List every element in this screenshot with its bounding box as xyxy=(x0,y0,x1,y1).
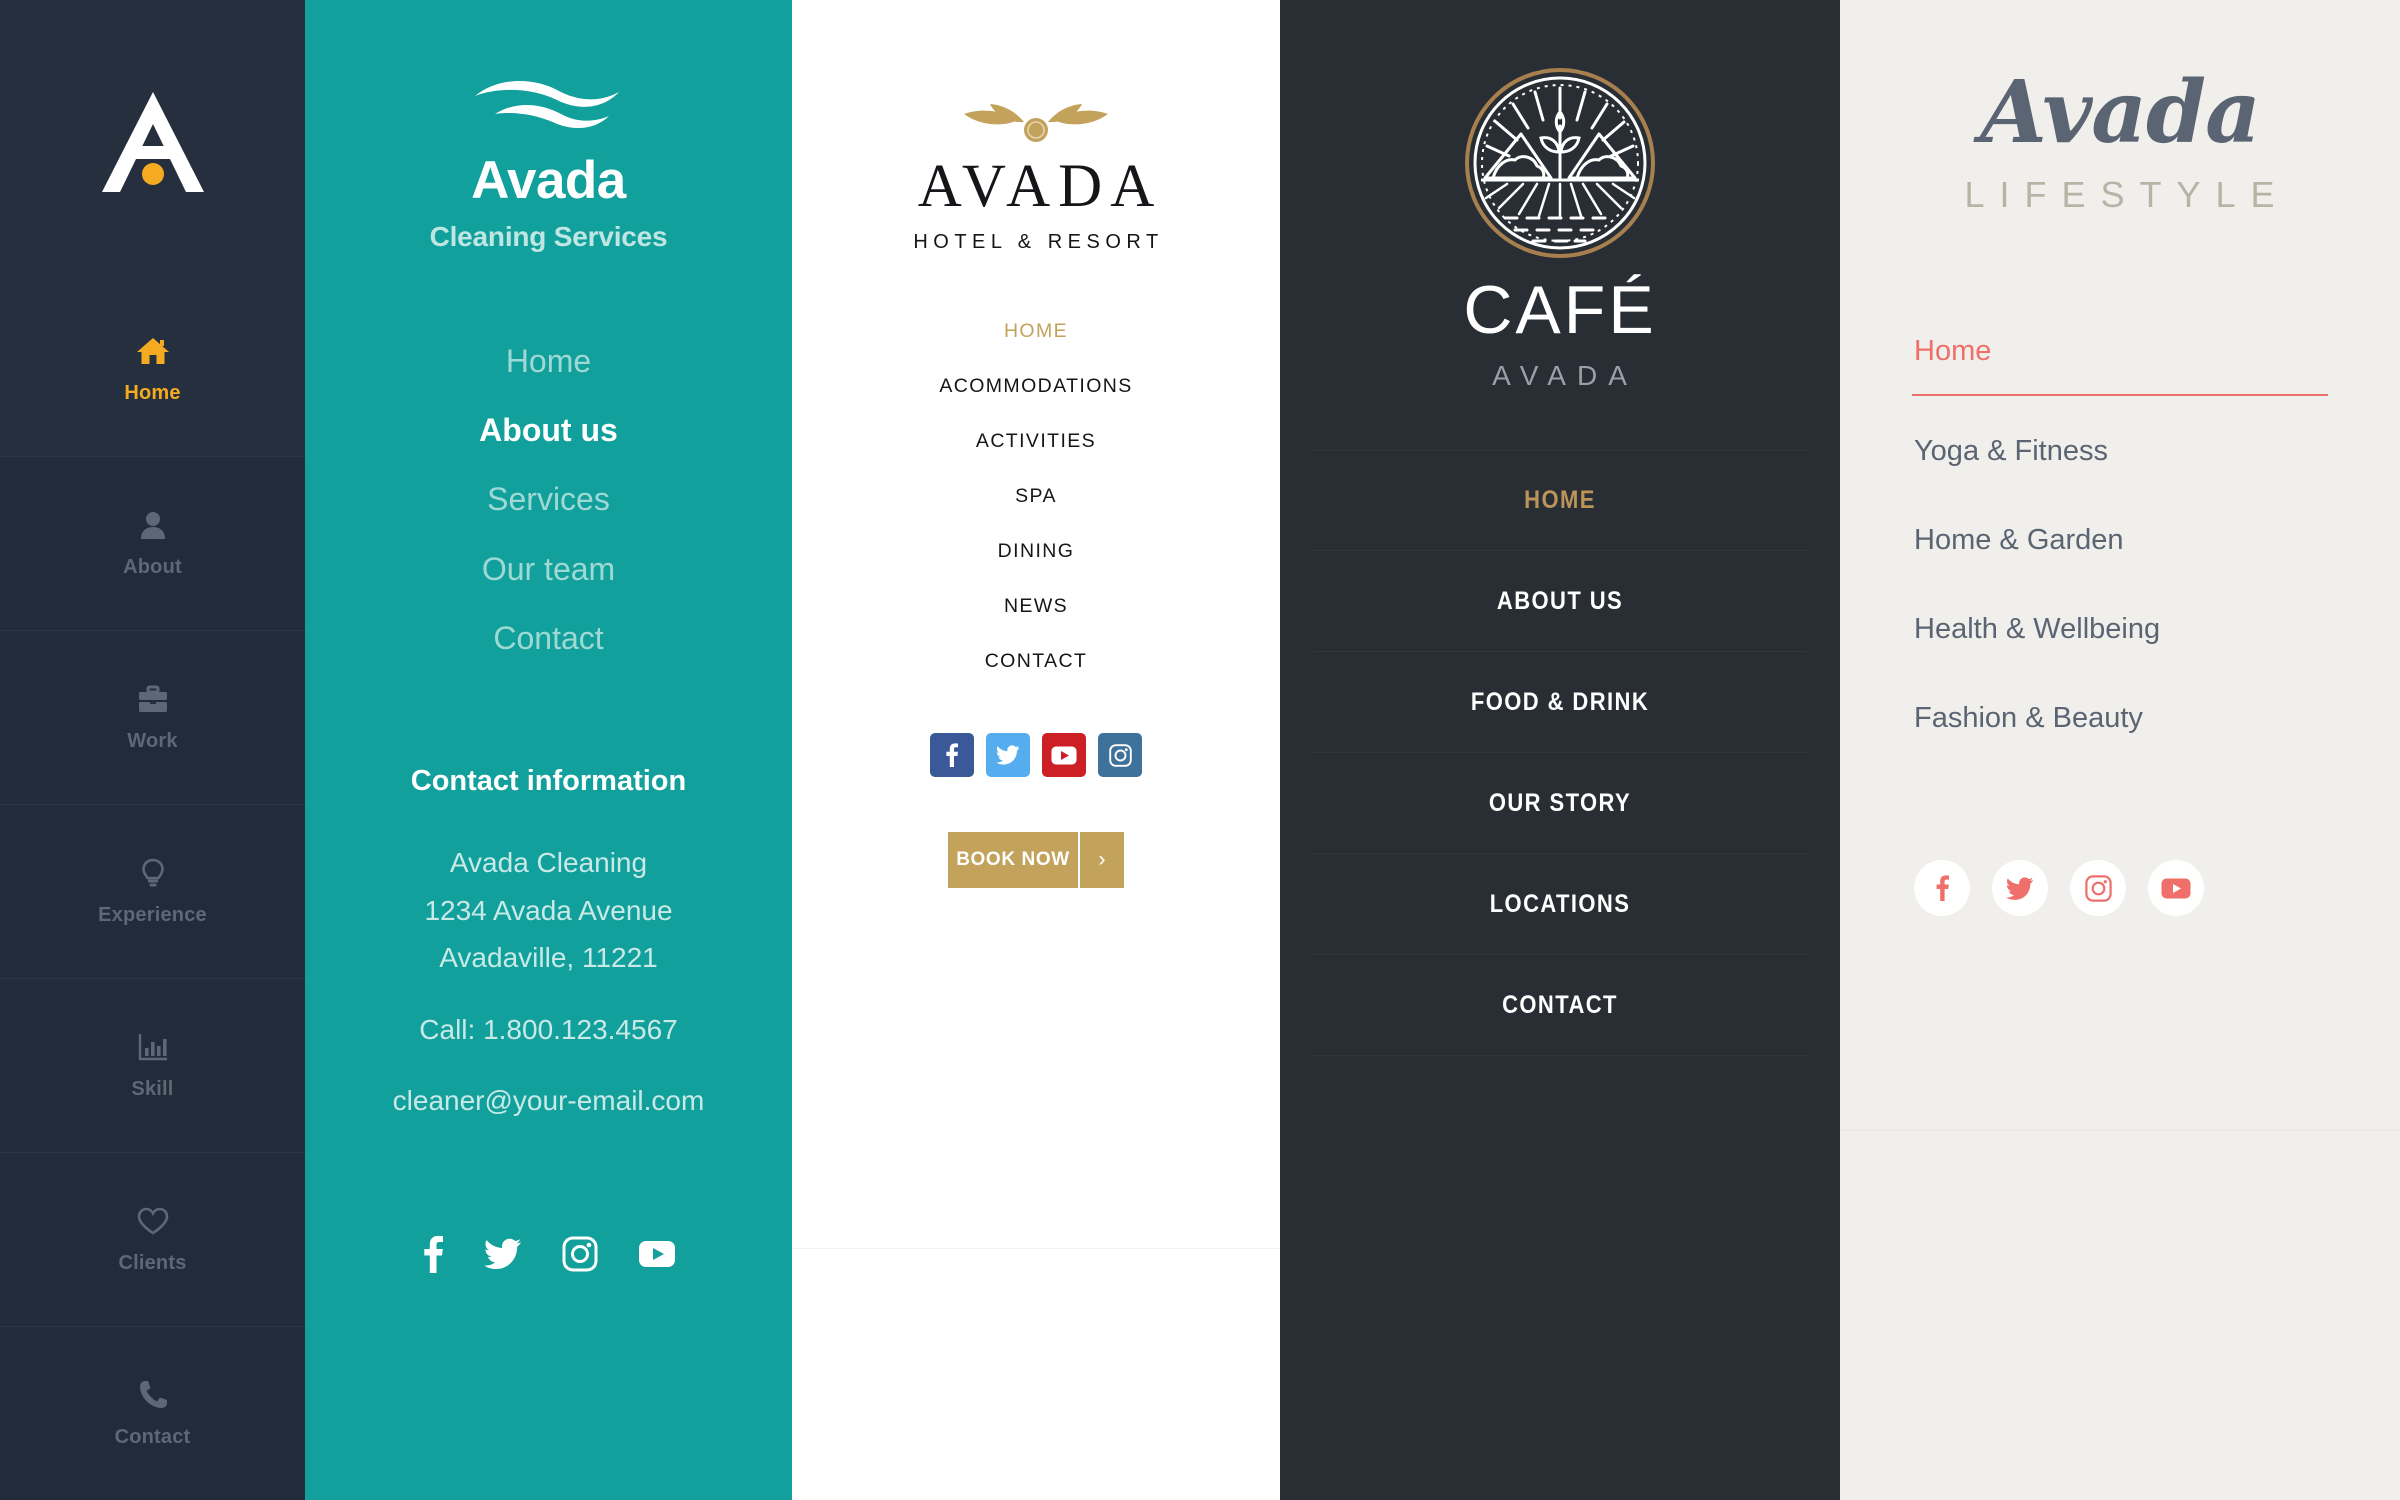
lifestyle-nav-health-and-wellbeing[interactable]: Health & Wellbeing xyxy=(1912,596,2328,663)
hotel-social-links xyxy=(930,733,1142,777)
cleaning-contact-phone[interactable]: Call: 1.800.123.4567 xyxy=(305,1006,792,1054)
youtube-icon[interactable] xyxy=(638,1240,676,1268)
sidebar-item-skill[interactable]: Skill xyxy=(0,978,305,1152)
home-icon xyxy=(136,334,170,368)
hotel-nav-acommodations[interactable]: ACOMMODATIONS xyxy=(939,359,1132,414)
book-now-label: BOOK NOW xyxy=(948,832,1078,888)
cleaning-contact-block: Contact information Avada Cleaning 1234 … xyxy=(305,765,792,1125)
youtube-icon[interactable] xyxy=(2148,860,2204,916)
cleaning-nav-contact[interactable]: Contact xyxy=(493,604,603,673)
classic-nav: Home About Work Experience Skill Clients… xyxy=(0,283,305,1500)
cafe-nav: HOME ABOUT US FOOD & DRINK OUR STORY LOC… xyxy=(1280,450,1840,1056)
instagram-icon[interactable] xyxy=(562,1236,598,1272)
cleaning-logo-subtitle: Cleaning Services xyxy=(429,221,668,252)
cafe-nav-food-and-drink[interactable]: FOOD & DRINK xyxy=(1313,652,1807,753)
classic-sidebar: Home About Work Experience Skill Clients… xyxy=(0,0,305,1500)
hotel-sidebar: AVADA HOTEL & RESORT HOME ACOMMODATIONS … xyxy=(792,0,1280,1500)
hotel-nav-activities[interactable]: ACTIVITIES xyxy=(976,414,1096,469)
heart-icon xyxy=(136,1204,170,1238)
cleaning-contact-title: Contact information xyxy=(410,764,687,797)
hotel-nav-home[interactable]: HOME xyxy=(1004,304,1068,359)
cleaning-sidebar: Avada Cleaning Services Home About us Se… xyxy=(305,0,792,1500)
youtube-icon[interactable] xyxy=(1042,733,1086,777)
sidebar-item-label: Experience xyxy=(98,904,207,926)
sidebar-item-label: About xyxy=(123,556,182,578)
cafe-nav-locations[interactable]: LOCATIONS xyxy=(1313,854,1807,955)
cleaning-logo: Avada Cleaning Services xyxy=(430,78,668,253)
olive-branch-icon xyxy=(964,104,1108,142)
cleaning-social-links xyxy=(421,1235,676,1273)
person-icon xyxy=(136,508,170,542)
lifestyle-nav-yoga-and-fitness[interactable]: Yoga & Fitness xyxy=(1912,418,2328,485)
sidebar-item-label: Skill xyxy=(131,1078,174,1100)
hotel-nav-news[interactable]: NEWS xyxy=(1004,579,1068,634)
cleaning-nav-services[interactable]: Services xyxy=(487,465,610,534)
lifestyle-nav: Home Yoga & Fitness Home & Garden Health… xyxy=(1912,318,2328,752)
briefcase-icon xyxy=(136,682,170,716)
avada-a-mark-icon xyxy=(94,88,212,196)
sidebar-item-label: Work xyxy=(127,730,178,752)
farm-badge-icon xyxy=(1465,68,1655,258)
hotel-nav-contact[interactable]: CONTACT xyxy=(985,634,1088,689)
bulb-icon xyxy=(136,856,170,890)
lifestyle-nav-fashion-and-beauty[interactable]: Fashion & Beauty xyxy=(1912,685,2328,752)
facebook-icon[interactable] xyxy=(930,733,974,777)
twitter-icon[interactable] xyxy=(986,733,1030,777)
lifestyle-nav-home[interactable]: Home xyxy=(1912,318,2328,396)
sidebar-item-label: Contact xyxy=(114,1426,191,1448)
cleaning-contact-company: Avada Cleaning xyxy=(449,846,648,878)
lifestyle-logo-name: Avada xyxy=(1980,62,2261,163)
sidebar-item-about[interactable]: About xyxy=(0,456,305,630)
sidebar-item-label: Home xyxy=(124,382,181,404)
cafe-nav-contact[interactable]: CONTACT xyxy=(1313,955,1807,1056)
instagram-icon[interactable] xyxy=(2070,860,2126,916)
lifestyle-social-links xyxy=(1912,860,2328,916)
cafe-nav-home[interactable]: HOME xyxy=(1313,450,1807,551)
cleaning-nav-home[interactable]: Home xyxy=(506,327,591,396)
sidebar-item-work[interactable]: Work xyxy=(0,630,305,804)
divider xyxy=(1840,1130,2400,1131)
chevron-right-icon: › xyxy=(1078,832,1124,888)
sidebar-item-experience[interactable]: Experience xyxy=(0,804,305,978)
lifestyle-logo-subtitle: LIFESTYLE xyxy=(1964,174,2290,215)
twitter-icon[interactable] xyxy=(1992,860,2048,916)
cleaning-contact-city: Avadaville, 11221 xyxy=(439,942,658,974)
sidebar-item-home[interactable]: Home xyxy=(0,283,305,456)
lifestyle-logo: Avada LIFESTYLE xyxy=(1912,70,2328,216)
cleaning-contact-street: 1234 Avada Avenue xyxy=(424,894,673,926)
cleaning-nav-about-us[interactable]: About us xyxy=(479,396,618,465)
classic-logo xyxy=(0,0,305,283)
cleaning-nav: Home About us Services Our team Contact xyxy=(305,327,792,673)
cafe-logo-name: CAFÉ xyxy=(1463,272,1657,348)
sidebar-item-clients[interactable]: Clients xyxy=(0,1152,305,1326)
hotel-nav-dining[interactable]: DINING xyxy=(998,524,1075,579)
book-now-button[interactable]: BOOK NOW › xyxy=(948,832,1124,888)
hotel-logo-subtitle: HOTEL & RESORT xyxy=(913,231,1164,253)
phone-icon xyxy=(136,1378,170,1412)
cleaning-logo-name: Avada xyxy=(471,151,626,210)
cleaning-contact-email[interactable]: cleaner@your-email.com xyxy=(305,1077,792,1125)
divider xyxy=(792,1248,1280,1249)
hotel-nav-spa[interactable]: SPA xyxy=(1015,469,1057,524)
cafe-nav-about-us[interactable]: ABOUT US xyxy=(1313,551,1807,652)
bar-chart-icon xyxy=(136,1030,170,1064)
twitter-icon[interactable] xyxy=(484,1238,522,1270)
cafe-logo-subtitle: AVADA xyxy=(1492,360,1638,391)
cafe-sidebar: CAFÉ AVADA HOME ABOUT US FOOD & DRINK OU… xyxy=(1280,0,1840,1500)
hotel-nav: HOME ACOMMODATIONS ACTIVITIES SPA DINING… xyxy=(792,304,1280,689)
facebook-icon[interactable] xyxy=(1914,860,1970,916)
sidebar-item-label: Clients xyxy=(118,1252,187,1274)
sidebar-item-contact[interactable]: Contact xyxy=(0,1326,305,1500)
lifestyle-nav-home-and-garden[interactable]: Home & Garden xyxy=(1912,507,2328,574)
cleaning-nav-our-team[interactable]: Our team xyxy=(482,535,615,604)
cafe-nav-our-story[interactable]: OUR STORY xyxy=(1313,753,1807,854)
lifestyle-sidebar: Avada LIFESTYLE Home Yoga & Fitness Home… xyxy=(1840,0,2400,1500)
wave-icon xyxy=(475,80,620,129)
facebook-icon[interactable] xyxy=(421,1235,444,1273)
instagram-icon[interactable] xyxy=(1098,733,1142,777)
hotel-logo-name: AVADA xyxy=(917,153,1163,220)
